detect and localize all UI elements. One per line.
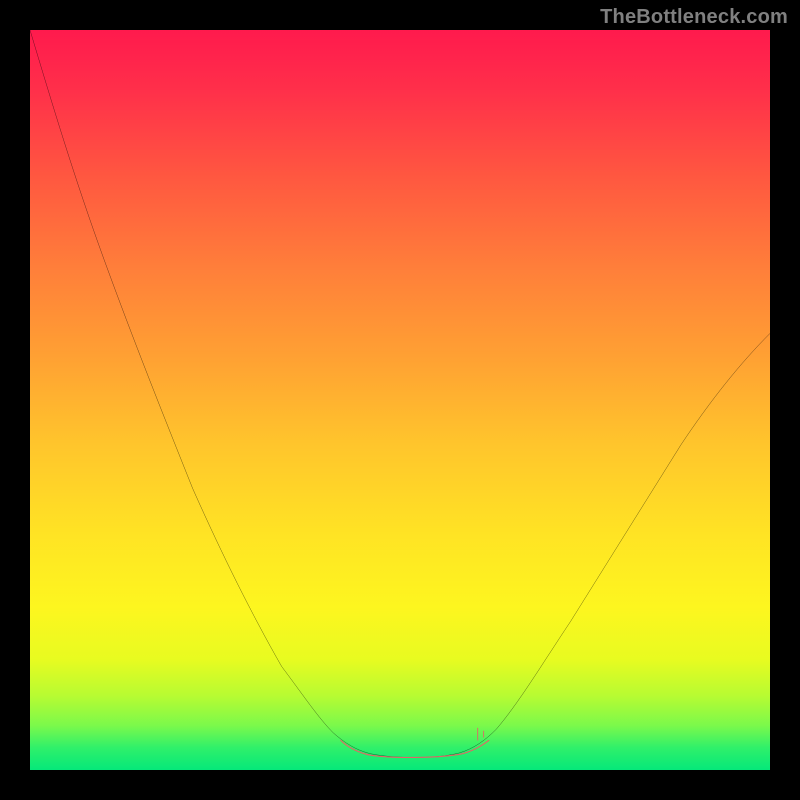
- plot-area: [30, 30, 770, 770]
- valley-marker: [341, 740, 489, 757]
- chart-svg: [30, 30, 770, 770]
- watermark-text: TheBottleneck.com: [600, 6, 788, 29]
- bottleneck-curve: [30, 30, 770, 757]
- chart-frame: TheBottleneck.com: [0, 0, 800, 800]
- valley-spikes: [478, 728, 484, 741]
